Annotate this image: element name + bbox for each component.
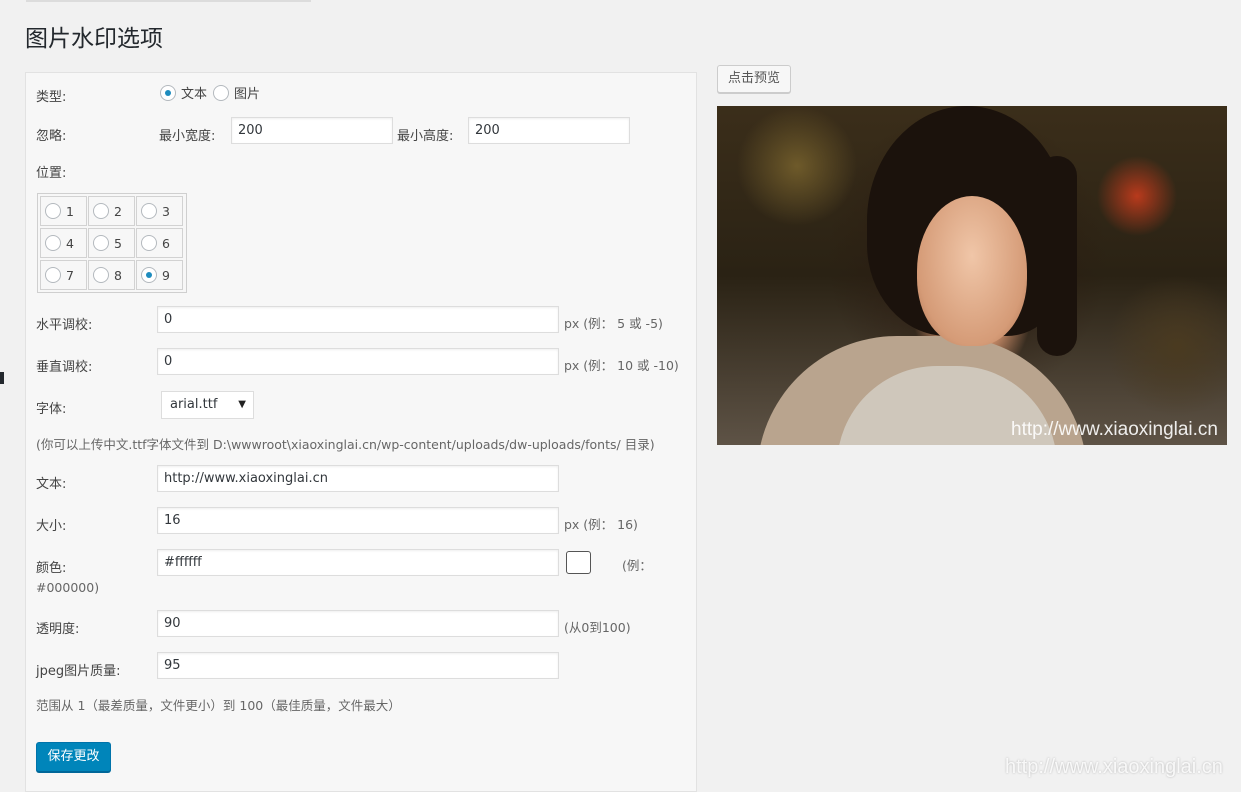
type-text-label: 文本 bbox=[181, 87, 208, 102]
font-select[interactable]: arial.ttf ▼ bbox=[161, 391, 254, 419]
min-height-input[interactable]: 200 bbox=[468, 117, 630, 144]
size-hint: px (例： 16) bbox=[564, 517, 638, 532]
font-select-value: arial.ttf bbox=[170, 397, 218, 412]
color-label: 颜色: bbox=[36, 561, 67, 576]
ignore-label: 忽略: bbox=[36, 129, 67, 144]
opacity-hint: (从0到100) bbox=[564, 620, 631, 635]
position-cell-label: 9 bbox=[162, 267, 170, 283]
jpeg-quality-hint: 范围从 1（最差质量，文件更小）到 100（最佳质量，文件最大） bbox=[36, 698, 401, 713]
dropdown-arrow-icon: ▼ bbox=[238, 399, 246, 410]
position-radio-8[interactable] bbox=[93, 267, 109, 283]
type-label: 类型: bbox=[36, 90, 67, 105]
preview-image: http://www.xiaoxinglai.cn bbox=[717, 106, 1227, 445]
position-cell-label: 1 bbox=[66, 203, 74, 219]
position-cell-6[interactable]: 6 bbox=[136, 228, 183, 258]
position-cell-1[interactable]: 1 bbox=[40, 196, 87, 226]
save-button[interactable]: 保存更改 bbox=[36, 742, 111, 772]
position-cell-label: 2 bbox=[114, 203, 122, 219]
opacity-input[interactable]: 90 bbox=[157, 610, 559, 637]
v-offset-hint: px (例： 10 或 -10) bbox=[564, 358, 679, 373]
photo-hair-strand bbox=[1037, 156, 1077, 356]
text-input[interactable]: http://www.xiaoxinglai.cn bbox=[157, 465, 559, 492]
position-cell-2[interactable]: 2 bbox=[88, 196, 135, 226]
site-watermark: http://www.xiaoxinglai.cn bbox=[1005, 756, 1223, 778]
type-image-label: 图片 bbox=[234, 87, 261, 102]
position-cell-7[interactable]: 7 bbox=[40, 260, 87, 290]
jpeg-quality-label: jpeg图片质量: bbox=[36, 664, 121, 679]
size-input[interactable]: 16 bbox=[157, 507, 559, 534]
top-bar-edge bbox=[26, 0, 311, 2]
position-cell-label: 5 bbox=[114, 235, 122, 251]
position-cell-4[interactable]: 4 bbox=[40, 228, 87, 258]
position-radio-3[interactable] bbox=[141, 203, 157, 219]
position-cell-label: 4 bbox=[66, 235, 74, 251]
position-radio-2[interactable] bbox=[93, 203, 109, 219]
preview-watermark-text: http://www.xiaoxinglai.cn bbox=[1011, 419, 1218, 440]
position-grid: 1 2 3 4 5 6 7 8 9 bbox=[37, 193, 187, 293]
position-radio-1[interactable] bbox=[45, 203, 61, 219]
min-width-input[interactable]: 200 bbox=[231, 117, 393, 144]
min-width-label: 最小宽度: bbox=[159, 129, 216, 144]
font-label: 字体: bbox=[36, 402, 67, 417]
color-hint-part2: #000000) bbox=[36, 580, 100, 595]
font-hint: (你可以上传中文.ttf字体文件到 D:\wwwroot\xiaoxinglai… bbox=[36, 437, 655, 452]
type-option-text[interactable]: 文本 bbox=[160, 83, 207, 102]
position-cell-label: 8 bbox=[114, 267, 122, 283]
position-cell-8[interactable]: 8 bbox=[88, 260, 135, 290]
position-cell-3[interactable]: 3 bbox=[136, 196, 183, 226]
min-height-label: 最小高度: bbox=[397, 129, 454, 144]
opacity-label: 透明度: bbox=[36, 622, 80, 637]
color-input[interactable]: #ffffff bbox=[157, 549, 559, 576]
position-cell-label: 6 bbox=[162, 235, 170, 251]
v-offset-label: 垂直调校: bbox=[36, 360, 93, 375]
settings-panel: 类型: 文本 图片 忽略: 最小宽度: 200 最小高度: 200 位置: 1 … bbox=[25, 72, 697, 792]
type-text-radio[interactable] bbox=[160, 84, 176, 101]
h-offset-label: 水平调校: bbox=[36, 318, 93, 333]
position-radio-9[interactable] bbox=[141, 267, 157, 283]
v-offset-input[interactable]: 0 bbox=[157, 348, 559, 375]
size-label: 大小: bbox=[36, 519, 67, 534]
page-title: 图片水印选项 bbox=[25, 26, 163, 52]
position-cell-9[interactable]: 9 bbox=[136, 260, 183, 290]
position-cell-label: 7 bbox=[66, 267, 74, 283]
position-cell-label: 3 bbox=[162, 203, 170, 219]
position-radio-6[interactable] bbox=[141, 235, 157, 251]
position-label: 位置: bbox=[36, 166, 67, 181]
color-hint-part1: (例： bbox=[622, 558, 652, 573]
position-radio-4[interactable] bbox=[45, 235, 61, 251]
admin-menu-collapse-tab[interactable] bbox=[0, 372, 4, 384]
position-radio-5[interactable] bbox=[93, 235, 109, 251]
type-image-radio[interactable] bbox=[213, 84, 229, 101]
type-option-image[interactable]: 图片 bbox=[213, 83, 260, 102]
preview-button[interactable]: 点击预览 bbox=[717, 65, 791, 93]
h-offset-input[interactable]: 0 bbox=[157, 306, 559, 333]
position-cell-5[interactable]: 5 bbox=[88, 228, 135, 258]
text-label: 文本: bbox=[36, 477, 67, 492]
h-offset-hint: px (例： 5 或 -5) bbox=[564, 316, 663, 331]
color-swatch[interactable] bbox=[566, 551, 591, 574]
photo-face bbox=[917, 196, 1027, 346]
position-radio-7[interactable] bbox=[45, 267, 61, 283]
jpeg-quality-input[interactable]: 95 bbox=[157, 652, 559, 679]
